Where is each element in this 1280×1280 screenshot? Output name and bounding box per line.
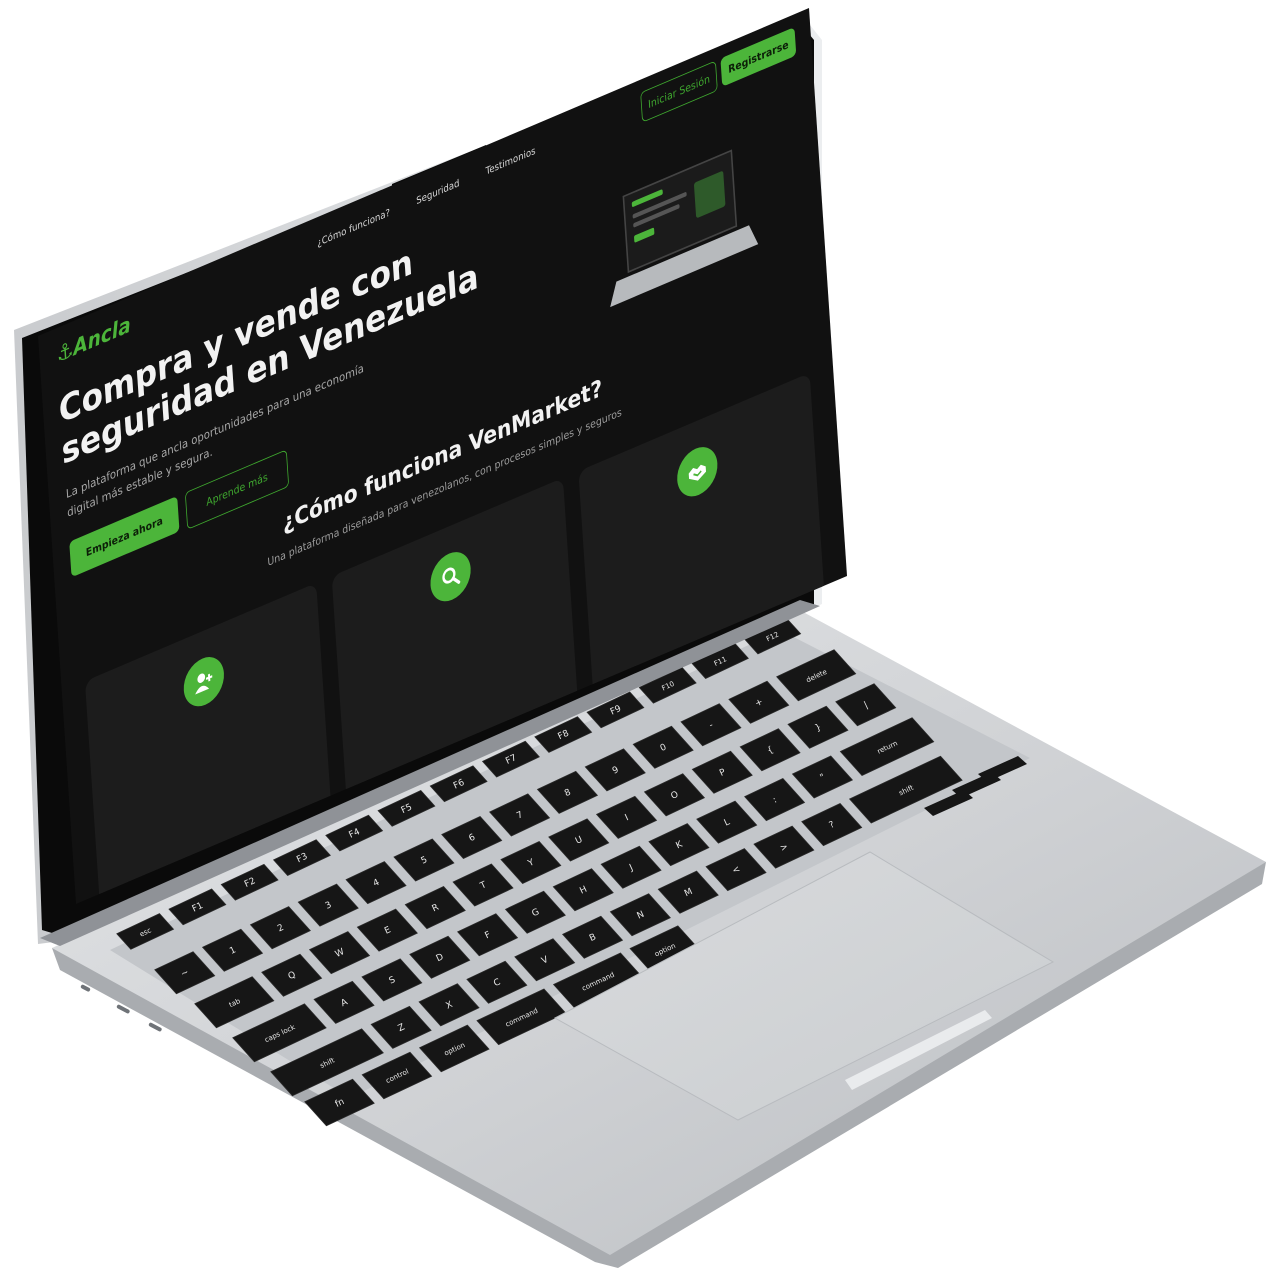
nav-link-como-funciona[interactable]: ¿Cómo funciona? [317,206,391,249]
search-icon [428,545,473,609]
add-user-icon [182,650,226,714]
anchor-icon: ⚓ [55,335,75,368]
handshake-icon [675,440,719,504]
nav-link-testimonios[interactable]: Testimonios [485,145,536,178]
nav-link-seguridad[interactable]: Seguridad [416,177,460,207]
hero-laptop-image [610,149,759,308]
logo-text: Ancla [72,311,132,361]
